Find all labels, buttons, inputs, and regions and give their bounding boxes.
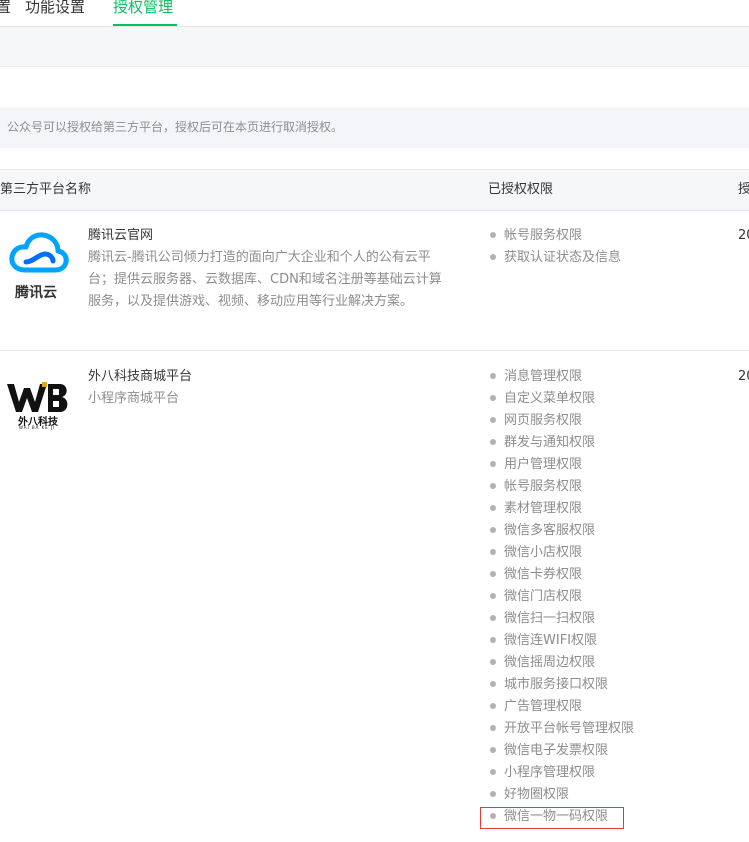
bullet-icon <box>490 548 496 555</box>
platform-name: 腾讯云官网 <box>88 228 154 243</box>
table-header: 第三方平台名称 已授权权限 授 <box>0 169 749 211</box>
permission-item: 城市服务接口权限 <box>488 674 634 696</box>
platform-name: 外八科技商城平台 <box>88 369 193 384</box>
permission-item: 自定义菜单权限 <box>488 388 634 410</box>
tab-authorization[interactable]: 授权管理 <box>113 0 173 20</box>
tab-bar: 置 功能设置 授权管理 <box>0 0 749 27</box>
bullet-icon <box>490 790 496 797</box>
logo-subcaption: WAI BA KE JI <box>19 425 56 430</box>
permission-list: 消息管理权限 自定义菜单权限 网页服务权限 群发与通知权限 用户管理权限 帐号服务权限 素材… <box>488 366 634 828</box>
bullet-icon <box>490 570 496 577</box>
cloud-logo-icon <box>9 232 69 273</box>
logo-text: 腾讯云 <box>15 285 57 301</box>
bullet-icon <box>490 658 496 665</box>
bullet-icon <box>490 438 496 445</box>
bullet-icon <box>490 460 496 467</box>
highlight-box <box>480 807 624 829</box>
permission-item: 广告管理权限 <box>488 696 634 718</box>
bullet-icon <box>490 394 496 401</box>
permission-item: 小程序管理权限 <box>488 762 634 784</box>
bullet-icon <box>490 768 496 775</box>
column-header-name: 第三方平台名称 <box>0 182 92 197</box>
bullet-icon <box>490 636 496 643</box>
active-tab-indicator <box>113 24 177 26</box>
permission-item: 用户管理权限 <box>488 454 634 476</box>
bullet-icon <box>490 253 496 260</box>
bullet-icon <box>490 504 496 511</box>
tencent-cloud-logo: 腾讯云 <box>9 232 69 302</box>
authorization-time: 20 <box>738 228 749 243</box>
platform-description: 小程序商城平台 <box>88 391 180 406</box>
column-header-permissions: 已授权权限 <box>488 182 554 197</box>
tab-function-settings[interactable]: 功能设置 <box>25 0 85 20</box>
permission-item: 开放平台帐号管理权限 <box>488 718 634 740</box>
bullet-icon <box>490 592 496 599</box>
permission-item: 微信摇周边权限 <box>488 652 634 674</box>
bullet-icon <box>490 614 496 621</box>
bullet-icon <box>490 702 496 709</box>
permission-item: 微信卡券权限 <box>488 564 634 586</box>
notice-bar: 公众号可以授权给第三方平台，授权后可在本页进行取消授权。 <box>0 107 749 148</box>
permission-item: 帐号服务权限 <box>488 225 621 247</box>
bullet-icon <box>490 416 496 423</box>
permission-item: 微信连WIFI权限 <box>488 630 634 652</box>
column-header-time: 授 <box>738 182 749 197</box>
bullet-icon <box>490 231 496 238</box>
bullet-icon <box>490 680 496 687</box>
permission-item: 微信门店权限 <box>488 586 634 608</box>
permission-item: 微信小店权限 <box>488 542 634 564</box>
bullet-icon <box>490 526 496 533</box>
permission-item: 微信扫一扫权限 <box>488 608 634 630</box>
wb-logo: 外八科技 WAI BA KE JI <box>6 380 70 430</box>
permission-item: 微信电子发票权限 <box>488 740 634 762</box>
bullet-icon <box>490 482 496 489</box>
bullet-icon <box>490 372 496 379</box>
permission-list: 帐号服务权限 获取认证状态及信息 <box>488 225 621 269</box>
permission-item: 消息管理权限 <box>488 366 634 388</box>
authorization-time: 20 <box>738 369 749 384</box>
bullet-icon <box>490 724 496 731</box>
row-divider <box>0 350 749 351</box>
platform-description: 腾讯云-腾讯公司倾力打造的面向广大企业和个人的公有云平台；提供云服务器、云数据库… <box>88 250 442 309</box>
section-band <box>0 27 749 67</box>
permission-item: 网页服务权限 <box>488 410 634 432</box>
permission-item: 群发与通知权限 <box>488 432 634 454</box>
permission-item: 素材管理权限 <box>488 498 634 520</box>
permission-item: 微信多客服权限 <box>488 520 634 542</box>
permission-item: 好物圈权限 <box>488 784 634 806</box>
permission-item: 帐号服务权限 <box>488 476 634 498</box>
wb-logo-icon <box>7 382 68 412</box>
tab-previous[interactable]: 置 <box>0 0 11 20</box>
permission-item: 获取认证状态及信息 <box>488 247 621 269</box>
notice-text: 公众号可以授权给第三方平台，授权后可在本页进行取消授权。 <box>7 120 344 134</box>
bullet-icon <box>490 746 496 753</box>
